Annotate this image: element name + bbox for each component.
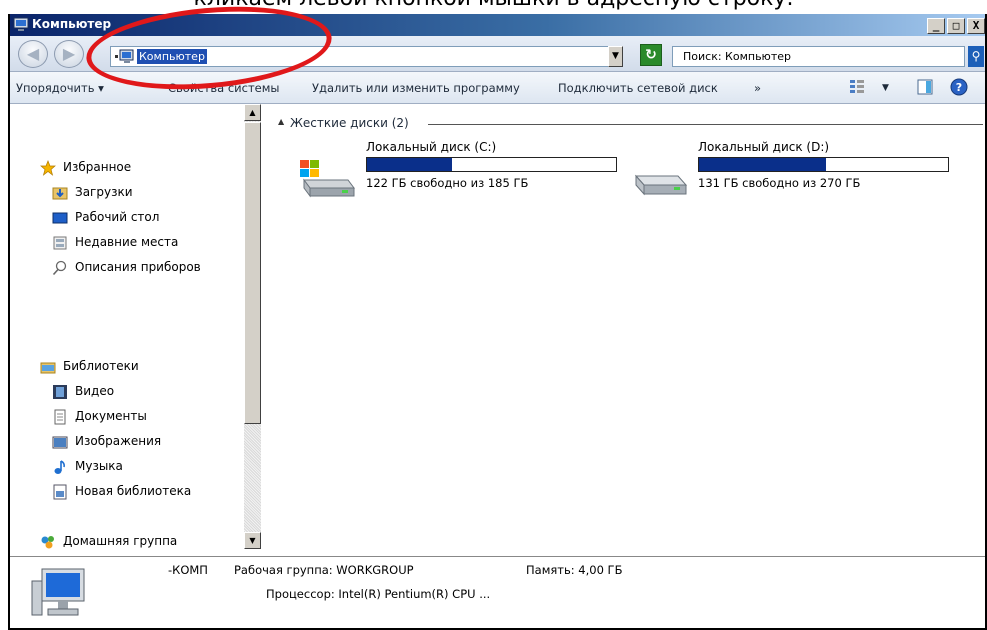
svg-text:?: ? [956,81,962,94]
group-title: Жесткие диски (2) [290,116,415,130]
instruction-caption: кликаем левой кнопкой мышки в адресную с… [0,0,987,10]
address-bar-area: ◀ ▶ Компьютер ▼ ↻ Поиск: Компьютер ⚲ [10,36,985,72]
organize-menu[interactable]: Упорядочить ▾ [16,81,104,95]
drive-usage-fill [367,158,452,171]
content-pane: ▲ Жесткие диски (2) Локальный диск (C:) … [262,104,985,549]
address-field[interactable]: Компьютер [110,46,622,67]
computer-icon [115,49,134,63]
close-button[interactable]: X [967,18,985,34]
minimize-button[interactable]: _ [927,18,945,34]
hard-drive-icon [634,174,688,196]
processor-info: Процессор: Intel(R) Pentium(R) CPU ... [266,587,491,601]
more-commands-button[interactable]: » [754,81,761,95]
window-title: Компьютер [32,17,112,31]
desktop-icon [52,212,68,224]
scroll-down-button[interactable]: ▼ [244,532,261,549]
collapse-arrow-icon[interactable]: ▲ [278,117,284,126]
forward-arrow-icon: ▶ [62,44,76,63]
refresh-button[interactable]: ↻ [640,44,662,66]
computer-icon [13,17,29,31]
maximize-button[interactable]: □ [947,18,965,34]
group-header-hard-drives[interactable]: ▲ Жесткие диски (2) [278,116,983,132]
recent-places-icon [53,236,67,250]
command-bar: Упорядочить ▾ Свойства системы Удалить и… [10,72,985,104]
group-divider [428,124,983,125]
view-dropdown-icon[interactable]: ▼ [882,83,889,93]
homegroup-icon [41,536,54,549]
address-dropdown-button[interactable]: ▼ [608,46,623,67]
chevron-down-icon: ▼ [612,51,619,61]
music-note-icon [54,460,65,474]
nav-scrollbar[interactable]: ▲ ▼ [244,104,261,549]
drive-c[interactable]: Локальный диск (C:) 122 ГБ свободно из 1… [298,140,628,210]
explorer-window: Компьютер _ □ X ◀ ▶ Компьютер ▼ ↻ Поиск:… [8,14,987,630]
details-pane: -КОМП Рабочая группа: WORKGROUP Память: … [10,556,985,628]
search-button[interactable]: ⚲ [968,46,984,67]
search-input[interactable]: Поиск: Компьютер [672,46,965,67]
help-icon[interactable]: ? [950,78,968,96]
search-icon: ⚲ [971,49,981,63]
search-placeholder: Поиск: Компьютер [683,50,791,63]
new-library-icon [53,484,67,500]
system-drive-icon [300,160,355,198]
drive-name: Локальный диск (C:) [366,140,497,154]
scroll-thumb[interactable] [244,122,261,424]
document-icon [54,409,66,425]
film-icon [53,385,67,399]
downloads-folder-icon [52,187,68,200]
memory-info: Память: 4,00 ГБ [526,563,623,577]
view-options-icon[interactable] [848,78,866,96]
back-button[interactable]: ◀ [18,40,48,68]
drive-usage-fill [699,158,826,171]
drive-free-space: 122 ГБ свободно из 185 ГБ [366,176,529,190]
map-network-drive-button[interactable]: Подключить сетевой диск [558,81,718,95]
preview-pane-icon[interactable] [916,78,934,96]
computer-name: -КОМП [168,563,208,577]
system-properties-button[interactable]: Свойства системы [168,81,279,95]
libraries-icon [40,362,56,374]
scroll-up-button[interactable]: ▲ [244,104,261,121]
star-icon [40,160,56,176]
address-path[interactable]: Компьютер [137,49,207,64]
back-arrow-icon: ◀ [26,44,40,63]
computer-monitor-icon [31,568,85,616]
navigation-pane: Избранное Загрузки Рабочий стол Недавние… [10,104,262,549]
refresh-icon: ↻ [645,47,657,63]
picture-icon [52,436,68,449]
title-bar[interactable]: Компьютер _ □ X [10,14,985,36]
drive-name: Локальный диск (D:) [698,140,830,154]
forward-button[interactable]: ▶ [54,40,84,68]
drive-free-space: 131 ГБ свободно из 270 ГБ [698,176,861,190]
drive-usage-bar [698,157,949,172]
uninstall-program-button[interactable]: Удалить или изменить программу [312,81,520,95]
workgroup-info: Рабочая группа: WORKGROUP [234,563,414,577]
drive-usage-bar [366,157,617,172]
drive-d[interactable]: Локальный диск (D:) 131 ГБ свободно из 2… [630,140,960,210]
magnifier-icon [52,260,67,276]
